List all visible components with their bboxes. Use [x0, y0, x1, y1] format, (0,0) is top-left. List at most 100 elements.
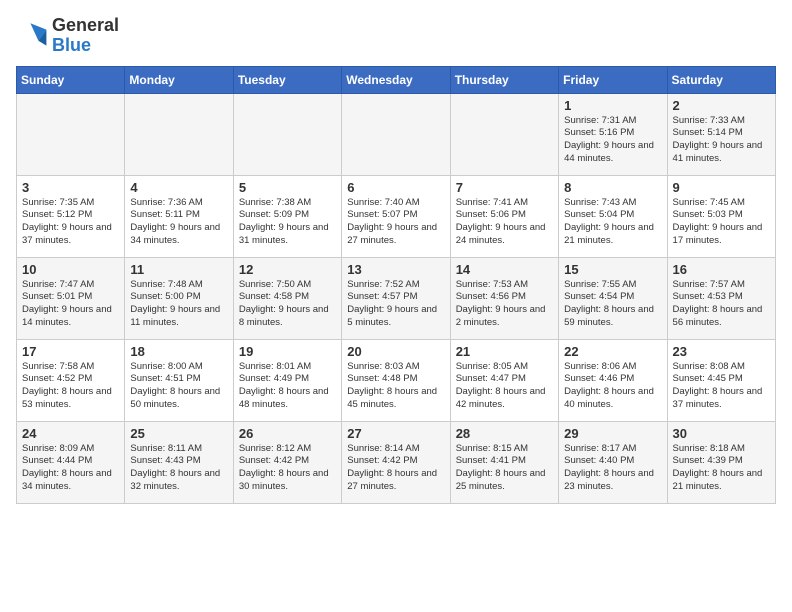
calendar-cell: 12 Sunrise: 7:50 AM Sunset: 4:58 PM Dayli… [233, 257, 341, 339]
calendar-cell: 8 Sunrise: 7:43 AM Sunset: 5:04 PM Daylig… [559, 175, 667, 257]
day-number: 1 [564, 98, 661, 113]
day-info: Sunrise: 7:48 AM Sunset: 5:00 PM Dayligh… [130, 279, 227, 330]
day-info: Sunrise: 7:50 AM Sunset: 4:58 PM Dayligh… [239, 279, 336, 330]
weekday-header-thursday: Thursday [450, 66, 558, 93]
day-info: Sunrise: 7:38 AM Sunset: 5:09 PM Dayligh… [239, 197, 336, 248]
day-number: 6 [347, 180, 444, 195]
logo-icon [16, 20, 48, 52]
calendar-cell [17, 93, 125, 175]
day-number: 2 [673, 98, 770, 113]
day-info: Sunrise: 7:52 AM Sunset: 4:57 PM Dayligh… [347, 279, 444, 330]
calendar-cell: 18 Sunrise: 8:00 AM Sunset: 4:51 PM Dayli… [125, 339, 233, 421]
day-number: 10 [22, 262, 119, 277]
logo: General Blue [16, 16, 119, 56]
day-number: 12 [239, 262, 336, 277]
day-info: Sunrise: 7:35 AM Sunset: 5:12 PM Dayligh… [22, 197, 119, 248]
day-info: Sunrise: 8:15 AM Sunset: 4:41 PM Dayligh… [456, 443, 553, 494]
weekday-header-tuesday: Tuesday [233, 66, 341, 93]
calendar-cell: 25 Sunrise: 8:11 AM Sunset: 4:43 PM Dayli… [125, 421, 233, 503]
calendar-cell: 13Sunrise: 7:52 AM Sunset: 4:57 PM Dayli… [342, 257, 450, 339]
day-info: Sunrise: 8:11 AM Sunset: 4:43 PM Dayligh… [130, 443, 227, 494]
calendar-cell: 15Sunrise: 7:55 AM Sunset: 4:54 PM Dayli… [559, 257, 667, 339]
calendar-cell: 11 Sunrise: 7:48 AM Sunset: 5:00 PM Dayli… [125, 257, 233, 339]
day-info: Sunrise: 8:12 AM Sunset: 4:42 PM Dayligh… [239, 443, 336, 494]
day-info: Sunrise: 7:31 AM Sunset: 5:16 PM Dayligh… [564, 115, 661, 166]
calendar-cell: 6 Sunrise: 7:40 AM Sunset: 5:07 PM Daylig… [342, 175, 450, 257]
day-number: 25 [130, 426, 227, 441]
calendar-cell: 16 Sunrise: 7:57 AM Sunset: 4:53 PM Dayli… [667, 257, 775, 339]
day-info: Sunrise: 8:17 AM Sunset: 4:40 PM Dayligh… [564, 443, 661, 494]
calendar-cell: 1 Sunrise: 7:31 AM Sunset: 5:16 PM Daylig… [559, 93, 667, 175]
day-info: Sunrise: 8:09 AM Sunset: 4:44 PM Dayligh… [22, 443, 119, 494]
day-info: Sunrise: 8:01 AM Sunset: 4:49 PM Dayligh… [239, 361, 336, 412]
day-number: 4 [130, 180, 227, 195]
day-info: Sunrise: 7:43 AM Sunset: 5:04 PM Dayligh… [564, 197, 661, 248]
week-row-2: 10 Sunrise: 7:47 AM Sunset: 5:01 PM Dayli… [17, 257, 776, 339]
week-row-3: 17 Sunrise: 7:58 AM Sunset: 4:52 PM Dayli… [17, 339, 776, 421]
calendar-cell: 23 Sunrise: 8:08 AM Sunset: 4:45 PM Dayli… [667, 339, 775, 421]
calendar-cell: 3Sunrise: 7:35 AM Sunset: 5:12 PM Daylig… [17, 175, 125, 257]
day-number: 21 [456, 344, 553, 359]
calendar-cell [450, 93, 558, 175]
day-number: 23 [673, 344, 770, 359]
calendar-cell: 30 Sunrise: 8:18 AM Sunset: 4:39 PM Dayli… [667, 421, 775, 503]
calendar-cell [342, 93, 450, 175]
day-info: Sunrise: 8:14 AM Sunset: 4:42 PM Dayligh… [347, 443, 444, 494]
day-number: 17 [22, 344, 119, 359]
day-number: 26 [239, 426, 336, 441]
day-info: Sunrise: 7:40 AM Sunset: 5:07 PM Dayligh… [347, 197, 444, 248]
header: General Blue [16, 16, 776, 56]
day-info: Sunrise: 7:53 AM Sunset: 4:56 PM Dayligh… [456, 279, 553, 330]
day-info: Sunrise: 8:00 AM Sunset: 4:51 PM Dayligh… [130, 361, 227, 412]
week-row-4: 24 Sunrise: 8:09 AM Sunset: 4:44 PM Dayli… [17, 421, 776, 503]
day-number: 18 [130, 344, 227, 359]
calendar-cell: 27 Sunrise: 8:14 AM Sunset: 4:42 PM Dayli… [342, 421, 450, 503]
day-number: 16 [673, 262, 770, 277]
day-number: 20 [347, 344, 444, 359]
day-number: 8 [564, 180, 661, 195]
day-info: Sunrise: 8:03 AM Sunset: 4:48 PM Dayligh… [347, 361, 444, 412]
weekday-header-friday: Friday [559, 66, 667, 93]
calendar-cell [125, 93, 233, 175]
day-info: Sunrise: 8:05 AM Sunset: 4:47 PM Dayligh… [456, 361, 553, 412]
day-info: Sunrise: 7:58 AM Sunset: 4:52 PM Dayligh… [22, 361, 119, 412]
day-number: 22 [564, 344, 661, 359]
day-info: Sunrise: 8:18 AM Sunset: 4:39 PM Dayligh… [673, 443, 770, 494]
weekday-header-wednesday: Wednesday [342, 66, 450, 93]
calendar-cell: 2 Sunrise: 7:33 AM Sunset: 5:14 PM Daylig… [667, 93, 775, 175]
day-number: 28 [456, 426, 553, 441]
calendar-cell: 17 Sunrise: 7:58 AM Sunset: 4:52 PM Dayli… [17, 339, 125, 421]
calendar-cell: 7Sunrise: 7:41 AM Sunset: 5:06 PM Daylig… [450, 175, 558, 257]
week-row-0: 1 Sunrise: 7:31 AM Sunset: 5:16 PM Daylig… [17, 93, 776, 175]
calendar-cell: 14 Sunrise: 7:53 AM Sunset: 4:56 PM Dayli… [450, 257, 558, 339]
day-info: Sunrise: 7:57 AM Sunset: 4:53 PM Dayligh… [673, 279, 770, 330]
calendar-cell: 24 Sunrise: 8:09 AM Sunset: 4:44 PM Dayli… [17, 421, 125, 503]
day-number: 30 [673, 426, 770, 441]
day-info: Sunrise: 8:06 AM Sunset: 4:46 PM Dayligh… [564, 361, 661, 412]
day-number: 27 [347, 426, 444, 441]
calendar-table: SundayMondayTuesdayWednesdayThursdayFrid… [16, 66, 776, 504]
day-number: 14 [456, 262, 553, 277]
day-number: 24 [22, 426, 119, 441]
day-number: 11 [130, 262, 227, 277]
day-info: Sunrise: 7:45 AM Sunset: 5:03 PM Dayligh… [673, 197, 770, 248]
day-number: 5 [239, 180, 336, 195]
day-info: Sunrise: 7:33 AM Sunset: 5:14 PM Dayligh… [673, 115, 770, 166]
calendar-cell: 5 Sunrise: 7:38 AM Sunset: 5:09 PM Daylig… [233, 175, 341, 257]
calendar-cell: 29 Sunrise: 8:17 AM Sunset: 4:40 PM Dayli… [559, 421, 667, 503]
weekday-header-sunday: Sunday [17, 66, 125, 93]
calendar-cell: 4Sunrise: 7:36 AM Sunset: 5:11 PM Daylig… [125, 175, 233, 257]
day-info: Sunrise: 7:47 AM Sunset: 5:01 PM Dayligh… [22, 279, 119, 330]
day-number: 19 [239, 344, 336, 359]
day-number: 29 [564, 426, 661, 441]
day-number: 15 [564, 262, 661, 277]
calendar-cell [233, 93, 341, 175]
calendar-cell: 20 Sunrise: 8:03 AM Sunset: 4:48 PM Dayli… [342, 339, 450, 421]
calendar-cell: 21 Sunrise: 8:05 AM Sunset: 4:47 PM Dayli… [450, 339, 558, 421]
calendar-cell: 19 Sunrise: 8:01 AM Sunset: 4:49 PM Dayli… [233, 339, 341, 421]
logo-text: General Blue [52, 16, 119, 56]
calendar-cell: 28 Sunrise: 8:15 AM Sunset: 4:41 PM Dayli… [450, 421, 558, 503]
day-info: Sunrise: 8:08 AM Sunset: 4:45 PM Dayligh… [673, 361, 770, 412]
calendar-cell: 9Sunrise: 7:45 AM Sunset: 5:03 PM Daylig… [667, 175, 775, 257]
weekday-header-saturday: Saturday [667, 66, 775, 93]
